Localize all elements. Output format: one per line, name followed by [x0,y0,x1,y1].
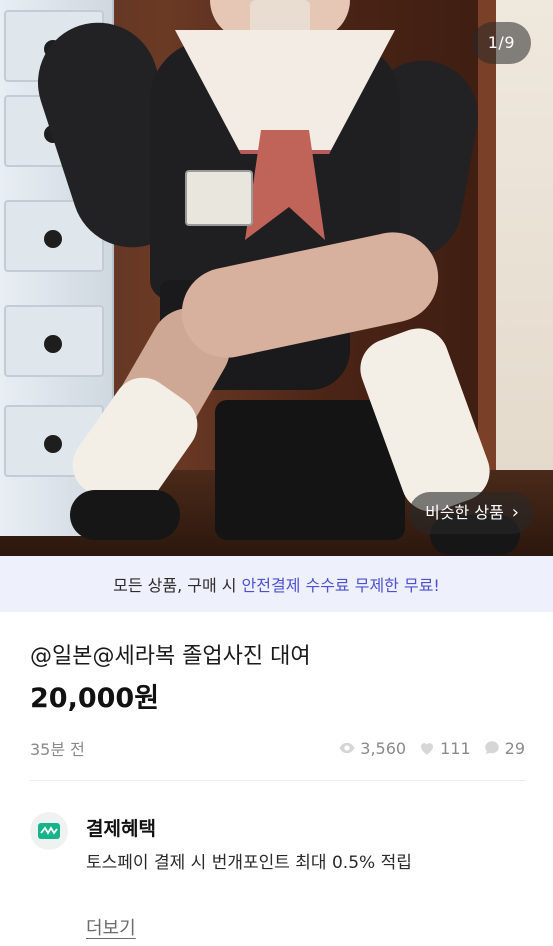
promo-banner[interactable]: 모든 상품, 구매 시 안전결제 수수료 무제한 무료! [0,556,553,612]
posted-time: 35분 전 [30,740,85,759]
promo-highlight: 안전결제 수수료 무제한 무료! [241,576,440,595]
views-stat: 3,560 [338,739,406,758]
pay-logo-icon [30,812,68,850]
similar-products-button[interactable]: 비슷한 상품 › [409,492,533,534]
promo-text: 모든 상품, 구매 시 [113,576,237,595]
product-photo[interactable]: 1/9 비슷한 상품 › [0,0,553,556]
section-divider [30,780,525,781]
photo-drawer [4,305,104,377]
product-stats: 3,560 111 29 [332,739,525,758]
product-title: @일본@세라복 졸업사진 대여 [30,644,311,669]
chats-count: 29 [504,738,525,758]
benefit-description: 토스페이 결제 시 번개포인트 최대 0.5% 적립 [86,853,412,873]
photo-name-badge [185,170,253,226]
photo-shoe [70,490,180,540]
photo-drawer-knob [44,230,62,248]
image-counter: 1/9 [471,22,531,64]
views-count: 3,560 [360,738,407,758]
eye-icon [339,742,355,754]
pay-logo-icon [38,823,60,839]
product-meta: 35분 전 3,560 111 29 [30,736,525,760]
likes-count: 111 [440,738,471,758]
chevron-right-icon: › [511,502,519,523]
heart-icon [421,743,434,755]
photo-drawer-knob [44,335,62,353]
photo-drawer-knob [44,435,62,453]
more-link[interactable]: 더보기 [86,914,136,940]
likes-stat: 111 [418,739,471,758]
product-price: 20,000원 [30,683,160,714]
chat-bubble-icon [484,741,499,754]
chats-stat: 29 [483,739,525,758]
similar-products-label: 비슷한 상품 [425,503,504,522]
benefit-title: 결제혜택 [86,818,156,840]
